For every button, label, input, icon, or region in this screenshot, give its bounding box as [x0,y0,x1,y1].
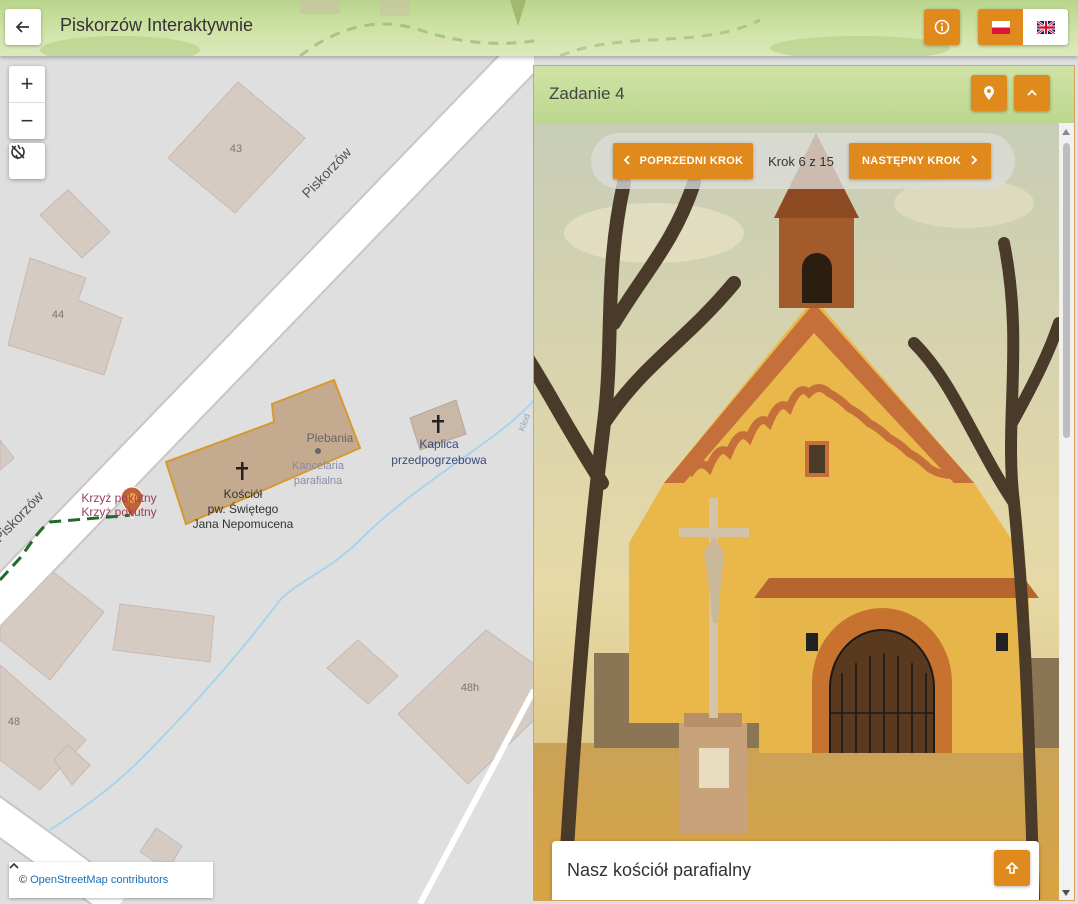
chevron-right-icon [971,154,978,168]
collapse-panel-button[interactable] [1014,75,1050,111]
poi-label: Krzyż pokutny [81,505,156,519]
zoom-out-button[interactable]: − [9,102,45,139]
next-step-button[interactable]: NASTĘPNY KROK [849,143,991,179]
building-44 [7,257,123,376]
street-label: Piskorzów [298,143,354,201]
language-pl-button[interactable] [978,9,1023,45]
poi-label: Kaplica [419,437,459,451]
map-canvas[interactable]: Piskorzów Piskorzów 43 44 48 48h Krzyż p… [0,56,534,904]
building [112,603,215,663]
poi-label: pw. Świętego [208,501,279,516]
step-counter: Krok 6 z 15 [768,153,834,169]
zoom-control: + − [9,66,45,139]
poi-label: Kościół [224,487,263,501]
poi-label: parafialna [294,475,343,487]
poi-label: przedpogrzebowa [391,453,487,467]
previous-step-button[interactable]: POPRZEDNI KROK [613,143,753,179]
chevron-left-icon [623,154,630,168]
app-header: Piskorzów Interaktywnie [0,0,1078,56]
task-panel: Zadanie 4 POPRZEDNI KROK Krok 6 z 15 NAS… [533,65,1075,901]
house-number: 48 [8,716,20,728]
next-step-label: NASTĘPNY KROK [861,155,962,167]
building [0,439,15,471]
building [326,639,399,705]
rectory-dot [315,448,321,454]
previous-step-label: POPRZEDNI KROK [639,155,744,167]
expand-card-button[interactable] [994,850,1030,886]
app-title: Piskorzów Interaktywnie [60,15,254,35]
house-number: 48h [461,682,479,694]
poi-label: Plebania [307,431,354,445]
poi-label: Jana Nepomucena [193,517,294,531]
flag-poland-icon [991,20,1010,34]
poi-label: Kancelaria [292,460,345,472]
church-illustration [534,123,1059,900]
reset-rotation-button[interactable] [9,143,45,179]
panel-title: Zadanie 4 [549,84,625,103]
flag-uk-icon [1036,20,1055,34]
scroll-up-arrow-icon[interactable] [1062,129,1070,135]
copyright-symbol: © [19,874,28,886]
step-card: Nasz kościół parafialny [552,841,1039,900]
osm-attribution-link[interactable]: OpenStreetMap contributors [30,874,168,886]
building-48h [397,629,534,785]
map-view[interactable]: Piskorzów Piskorzów 43 44 48 48h Krzyż p… [0,56,534,904]
step-navigation: POPRZEDNI KROK Krok 6 z 15 NASTĘPNY KROK [591,133,1015,189]
back-button[interactable] [5,9,41,45]
building [39,189,111,259]
arrow-left-icon [15,21,29,33]
info-button[interactable] [924,9,960,45]
info-circle-icon [934,19,950,35]
house-number: 44 [52,309,64,321]
chevron-up-icon [1027,89,1037,96]
poi-label: Krzyż pokutny [81,491,156,505]
scroll-down-arrow-icon[interactable] [1062,890,1070,896]
house-number: 43 [230,143,242,155]
language-switcher [978,9,1068,45]
panel-header: Zadanie 4 [534,66,1074,123]
language-en-button[interactable] [1023,9,1068,45]
scrollbar-thumb[interactable] [1063,143,1070,438]
arrow-up-box-icon [1005,861,1019,874]
panel-scrollbar[interactable] [1059,123,1074,900]
step-card-title: Nasz kościół parafialny [567,860,752,880]
zoom-in-button[interactable]: + [9,66,45,102]
map-attribution: © OpenStreetMap contributors [9,862,213,898]
compass-reset-icon [11,144,25,160]
map-pin-icon [984,86,994,100]
show-on-map-button[interactable] [971,75,1007,111]
